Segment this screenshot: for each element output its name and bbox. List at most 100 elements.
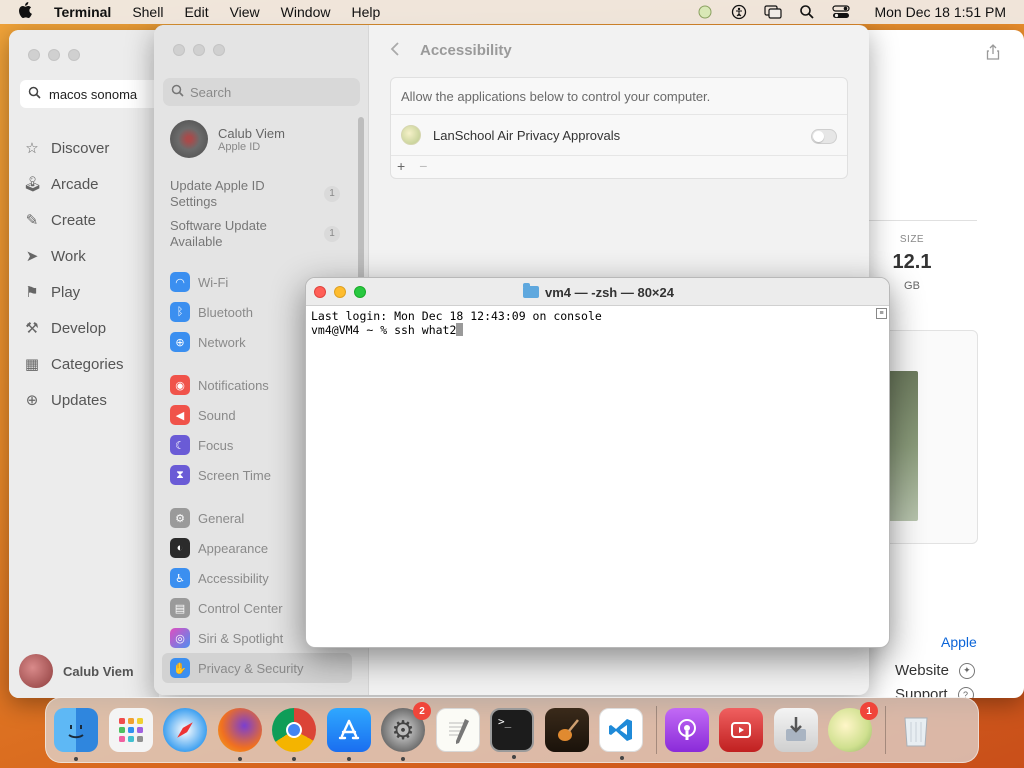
- back-chevron-icon[interactable]: [390, 41, 400, 62]
- dock-installer[interactable]: [773, 708, 818, 752]
- app-store-nav-play[interactable]: ⚑ Play: [23, 274, 124, 310]
- running-indicator: [292, 757, 296, 761]
- dock-firefox[interactable]: [217, 708, 262, 761]
- sidebar-item-wifi[interactable]: ◠ Wi-Fi: [170, 267, 253, 297]
- siri-icon: ◎: [170, 628, 190, 648]
- minimize-button[interactable]: [193, 44, 205, 56]
- sidebar-item-notifications[interactable]: ◉ Notifications: [170, 370, 271, 400]
- sidebar-item-label: Bluetooth: [198, 304, 253, 320]
- apple-menu-icon[interactable]: [18, 2, 40, 22]
- website-link[interactable]: Website ✦: [895, 662, 975, 679]
- spotlight-search-icon[interactable]: [798, 4, 816, 20]
- dock-photo-booth[interactable]: [719, 708, 763, 752]
- menu-window[interactable]: Window: [281, 4, 331, 20]
- sidebar-item-privacy-security[interactable]: ✋ Privacy & Security: [162, 653, 352, 683]
- launchpad-icon: [118, 718, 143, 742]
- zoom-button[interactable]: [213, 44, 225, 56]
- sidebar-item-label: Focus: [198, 437, 234, 453]
- zoom-button[interactable]: [354, 286, 366, 298]
- finder-icon: [68, 725, 84, 739]
- terminal-split-icon[interactable]: ≡: [876, 308, 887, 319]
- app-store-nav-work[interactable]: ➤ Work: [23, 238, 124, 274]
- minimize-button[interactable]: [334, 286, 346, 298]
- running-indicator: [512, 755, 516, 759]
- app-store-nav-develop[interactable]: ⚒ Develop: [23, 310, 124, 346]
- brush-icon: ✎: [25, 212, 39, 229]
- menu-shell[interactable]: Shell: [132, 4, 163, 20]
- guitar-icon: [557, 719, 579, 741]
- settings-search-field[interactable]: Search: [163, 78, 360, 106]
- sidebar-item-bluetooth[interactable]: ᛒ Bluetooth: [170, 297, 253, 327]
- accessibility-status-icon[interactable]: [730, 4, 748, 20]
- dock-app-store[interactable]: [326, 708, 371, 761]
- dock-trash[interactable]: [894, 708, 938, 752]
- bell-icon: ◉: [170, 375, 190, 395]
- sidebar-item-label: Screen Time: [198, 467, 271, 483]
- dock-finder[interactable]: [54, 708, 98, 761]
- remove-app-button[interactable]: −: [419, 158, 427, 174]
- notification-badge: 1: [860, 702, 878, 720]
- dock-system-settings[interactable]: ⚙ 2: [381, 702, 431, 761]
- dock-safari[interactable]: [163, 708, 207, 752]
- app-store-nav-arcade[interactable]: 🕹 Arcade: [23, 166, 124, 202]
- download-icon: ⊕: [25, 392, 39, 409]
- dock-launchpad[interactable]: [108, 708, 153, 752]
- close-button[interactable]: [314, 286, 326, 298]
- settings-group-notifications: ◉ Notifications ◀ Sound ☾ Focus ⧗ Screen Tim…: [170, 370, 271, 490]
- terminal-title-bar[interactable]: vm4 — -zsh — 80×24: [306, 278, 889, 306]
- share-icon[interactable]: [986, 44, 1000, 63]
- screenshot-preview[interactable]: [879, 330, 978, 544]
- menu-view[interactable]: View: [230, 4, 260, 20]
- dock-vscode[interactable]: [599, 708, 643, 760]
- running-indicator: [346, 757, 351, 761]
- app-access-toggle[interactable]: [811, 129, 837, 144]
- folder-icon: [523, 283, 539, 298]
- menu-help[interactable]: Help: [351, 4, 380, 20]
- screen-mirroring-icon[interactable]: [764, 4, 783, 20]
- settings-group-network: ◠ Wi-Fi ᛒ Bluetooth ⊕ Network: [170, 267, 253, 357]
- sidebar-item-focus[interactable]: ☾ Focus: [170, 430, 271, 460]
- update-apple-id-settings[interactable]: Update Apple ID Settings 1: [170, 178, 340, 210]
- rocket-icon: ⚑: [25, 284, 39, 301]
- sidebar-item-sound[interactable]: ◀ Sound: [170, 400, 271, 430]
- app-store-nav-categories[interactable]: ▦ Categories: [23, 346, 124, 382]
- app-store-nav-updates[interactable]: ⊕ Updates: [23, 382, 124, 418]
- sidebar-item-network[interactable]: ⊕ Network: [170, 327, 253, 357]
- dock-chrome[interactable]: [272, 708, 316, 761]
- app-store-nav-create[interactable]: ✎ Create: [23, 202, 124, 238]
- dock-podcasts[interactable]: [664, 708, 709, 752]
- dock-terminal[interactable]: >_: [490, 708, 534, 759]
- zoom-button[interactable]: [68, 49, 80, 61]
- menu-app-terminal[interactable]: Terminal: [54, 4, 111, 20]
- app-store-search-field[interactable]: macos sonoma: [20, 80, 160, 108]
- nav-label: Work: [51, 247, 86, 265]
- terminal-line-prompt: vm4@VM4 ~ % ssh what2: [311, 323, 602, 337]
- app-store-window-controls: [28, 49, 80, 61]
- menu-bar-clock[interactable]: Mon Dec 18 1:51 PM: [874, 4, 1006, 20]
- dock-garageband[interactable]: [544, 708, 589, 752]
- developer-link[interactable]: Apple: [941, 634, 977, 650]
- sidebar-item-label: Wi-Fi: [198, 274, 229, 290]
- photo-booth-icon: [731, 722, 751, 738]
- menu-bar-status: Mon Dec 18 1:51 PM: [696, 4, 1014, 20]
- apple-id-profile[interactable]: Calub Viem Apple ID: [170, 120, 285, 158]
- dock-lanschool[interactable]: 1: [828, 702, 878, 752]
- minimize-button[interactable]: [48, 49, 60, 61]
- terminal-output[interactable]: Last login: Mon Dec 18 12:43:09 on conso…: [311, 309, 602, 337]
- app-store-account[interactable]: Calub Viem: [19, 654, 134, 688]
- sidebar-item-screen-time[interactable]: ⧗ Screen Time: [170, 460, 271, 490]
- software-update-available[interactable]: Software Update Available 1: [170, 218, 340, 250]
- menu-edit[interactable]: Edit: [184, 4, 208, 20]
- search-icon: [171, 84, 184, 100]
- sidebar-item-label: Network: [198, 334, 246, 350]
- sidebar-item-label: Sound: [198, 407, 236, 423]
- avatar: [170, 120, 208, 158]
- add-app-button[interactable]: +: [397, 158, 405, 174]
- list-item[interactable]: LanSchool Air Privacy Approvals: [391, 114, 847, 156]
- app-store-nav-discover[interactable]: ☆ Discover: [23, 130, 124, 166]
- close-button[interactable]: [173, 44, 185, 56]
- lanschool-status-icon[interactable]: [696, 4, 714, 20]
- dock-textedit[interactable]: [435, 708, 480, 752]
- control-center-icon[interactable]: [832, 4, 851, 20]
- close-button[interactable]: [28, 49, 40, 61]
